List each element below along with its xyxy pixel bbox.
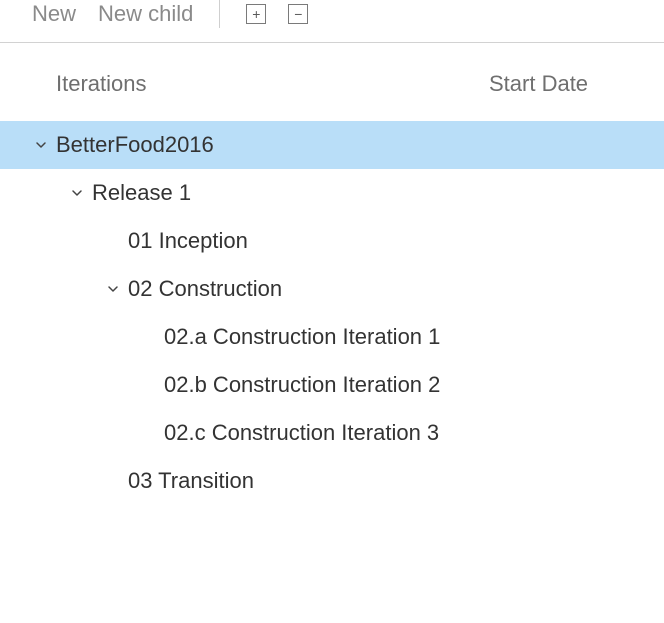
plus-icon: + (246, 4, 266, 24)
expand-all-button[interactable]: + (246, 4, 266, 24)
toolbar-divider (219, 0, 220, 28)
tree-item-label: 01 Inception (128, 230, 248, 252)
tree-row-transition[interactable]: 03 Transition (0, 457, 664, 505)
tree-row-betterfood2016[interactable]: BetterFood2016 (0, 121, 664, 169)
column-header-row: Iterations Start Date (0, 43, 664, 121)
tree-item-label: 02.c Construction Iteration 3 (164, 422, 439, 444)
chevron-down-icon[interactable] (32, 136, 50, 154)
collapse-all-button[interactable]: − (288, 4, 308, 24)
toolbar: New New child + − (0, 0, 664, 34)
column-header-start-date[interactable]: Start Date (489, 71, 664, 97)
minus-icon: − (288, 4, 308, 24)
tree-row-construction[interactable]: 02 Construction (0, 265, 664, 313)
tree-item-label: 02.a Construction Iteration 1 (164, 326, 440, 348)
tree-item-label: 02 Construction (128, 278, 282, 300)
column-header-iterations[interactable]: Iterations (0, 71, 489, 97)
tree-row-inception[interactable]: 01 Inception (0, 217, 664, 265)
tree-row-construction-a[interactable]: 02.a Construction Iteration 1 (0, 313, 664, 361)
chevron-down-icon[interactable] (104, 280, 122, 298)
chevron-down-icon[interactable] (68, 184, 86, 202)
new-button[interactable]: New (32, 1, 76, 27)
new-child-button[interactable]: New child (98, 1, 193, 27)
iteration-tree: BetterFood2016 Release 1 01 Inception 02… (0, 121, 664, 505)
tree-item-label: 03 Transition (128, 470, 254, 492)
tree-item-label: Release 1 (92, 182, 191, 204)
tree-item-label: 02.b Construction Iteration 2 (164, 374, 440, 396)
tree-row-release-1[interactable]: Release 1 (0, 169, 664, 217)
tree-row-construction-b[interactable]: 02.b Construction Iteration 2 (0, 361, 664, 409)
tree-item-label: BetterFood2016 (56, 134, 214, 156)
tree-row-construction-c[interactable]: 02.c Construction Iteration 3 (0, 409, 664, 457)
